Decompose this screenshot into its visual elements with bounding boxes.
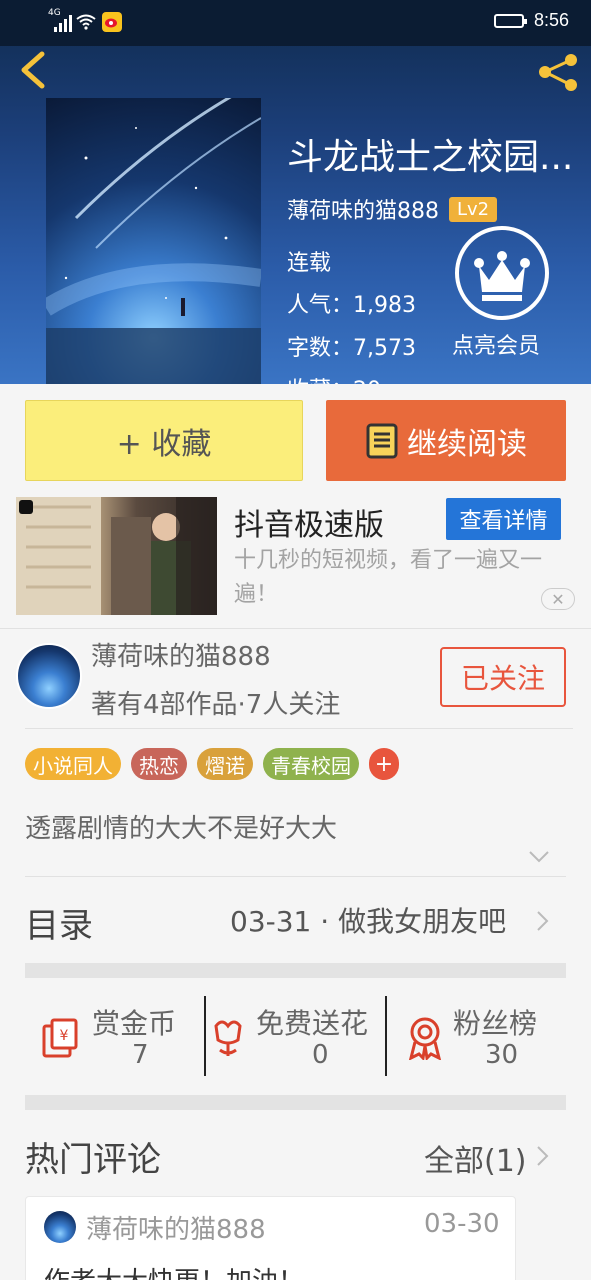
clock: 8:56 bbox=[533, 10, 569, 30]
toc-label[interactable]: 目录 bbox=[25, 898, 93, 947]
fan-rank-title: 粉丝榜 bbox=[453, 1007, 538, 1040]
author-avatar[interactable] bbox=[16, 643, 82, 709]
cell-signal-icon: 4G bbox=[48, 8, 72, 32]
comment-user[interactable]: 薄荷味的猫888 bbox=[86, 1209, 266, 1246]
red-envelope-icon: ¥ bbox=[42, 1018, 78, 1058]
book-favorites: 收藏：20 bbox=[287, 372, 381, 384]
free-flower-tile[interactable]: 免费送花 0 bbox=[206, 996, 386, 1076]
flower-icon bbox=[214, 1020, 242, 1056]
tip-coins-title: 赏金币 bbox=[92, 1007, 177, 1040]
comment-text: 作者大大快更！加油！ bbox=[44, 1261, 304, 1280]
weibo-icon bbox=[102, 12, 122, 32]
section-band bbox=[25, 1095, 566, 1110]
free-flower-title: 免费送花 bbox=[256, 1007, 369, 1040]
book-status: 连载 bbox=[287, 251, 332, 276]
toc-latest-chapter[interactable]: 03-31 · 做我女朋友吧 bbox=[230, 900, 506, 940]
vip-crown-button[interactable] bbox=[455, 226, 549, 320]
status-right: 8:56 bbox=[493, 10, 569, 31]
hot-comments-title: 热门评论 bbox=[25, 1140, 161, 1180]
collect-button[interactable]: + 收藏 bbox=[25, 400, 303, 481]
tip-coins-count: 7 bbox=[132, 1040, 149, 1070]
svg-text:¥: ¥ bbox=[60, 1028, 69, 1044]
tag-chip[interactable]: 热恋 bbox=[131, 748, 187, 780]
wifi-icon bbox=[76, 14, 96, 30]
book-cover[interactable] bbox=[46, 98, 261, 384]
crown-icon bbox=[474, 251, 530, 301]
tag-chip[interactable]: 熠诺 bbox=[197, 748, 253, 780]
book-popularity: 人气：1,983 bbox=[287, 293, 416, 318]
fan-rank-count: 30 bbox=[485, 1040, 519, 1070]
synopsis: 透露剧情的大大不是好大大 bbox=[25, 814, 338, 844]
author-stats: 著有4部作品·7人关注 bbox=[91, 690, 341, 720]
book-word-count: 字数：7,573 bbox=[287, 336, 416, 361]
section-band bbox=[25, 963, 566, 978]
chevron-down-icon[interactable] bbox=[528, 850, 550, 864]
comment-date: 03-30 bbox=[424, 1209, 500, 1239]
chevron-right-icon[interactable] bbox=[536, 1145, 550, 1167]
comment-avatar[interactable] bbox=[44, 1211, 76, 1243]
vip-label[interactable]: 点亮会员 bbox=[452, 328, 540, 360]
ad-description: 十几秒的短视频，看了一遍又一遍！ bbox=[234, 548, 543, 607]
share-icon[interactable] bbox=[535, 52, 581, 92]
book-title: 斗龙战士之校园... bbox=[287, 137, 574, 178]
tag-chip[interactable]: 小说同人 bbox=[25, 748, 121, 780]
free-flower-count: 0 bbox=[312, 1040, 329, 1070]
status-left: 4G bbox=[48, 8, 122, 32]
author-line: 薄荷味的猫888 Lv2 bbox=[287, 193, 498, 225]
battery-icon bbox=[493, 13, 527, 28]
author-name[interactable]: 薄荷味的猫888 bbox=[91, 636, 271, 673]
divider bbox=[25, 728, 573, 729]
continue-reading-button[interactable]: 继续阅读 bbox=[326, 400, 566, 481]
tip-coins-tile[interactable]: ¥ 赏金币 7 bbox=[30, 996, 205, 1076]
follow-button[interactable]: 已关注 bbox=[440, 647, 566, 707]
book-icon bbox=[366, 423, 398, 458]
medal-icon bbox=[408, 1017, 442, 1060]
fan-rank-tile[interactable]: 粉丝榜 30 bbox=[387, 996, 567, 1076]
tag-chip[interactable]: 青春校园 bbox=[263, 748, 359, 780]
back-icon[interactable] bbox=[16, 50, 52, 90]
continue-reading-label: 继续阅读 bbox=[407, 426, 527, 462]
tag-list: 小说同人 热恋 熠诺 青春校园 + bbox=[25, 748, 399, 780]
status-bar: 4G 8:56 bbox=[0, 0, 591, 46]
ad-image[interactable] bbox=[16, 497, 217, 615]
book-header: 4G 8:56 斗龙战士之校园... 薄荷味的猫888 Lv2 连载 人气：1,… bbox=[0, 0, 591, 384]
divider bbox=[0, 628, 591, 629]
book-author[interactable]: 薄荷味的猫888 bbox=[287, 193, 439, 225]
ad-close-button[interactable]: ✕ bbox=[541, 588, 575, 610]
divider bbox=[25, 876, 566, 877]
add-tag-button[interactable]: + bbox=[369, 748, 399, 780]
all-comments-link[interactable]: 全部(1) bbox=[424, 1136, 527, 1180]
ad-details-button[interactable]: 查看详情 bbox=[446, 498, 561, 540]
level-badge: Lv2 bbox=[449, 196, 498, 222]
ad-title[interactable]: 抖音极速版 bbox=[234, 500, 384, 544]
comment-card[interactable]: 薄荷味的猫888 03-30 作者大大快更！加油！ bbox=[25, 1196, 516, 1280]
chevron-right-icon[interactable] bbox=[536, 910, 550, 932]
